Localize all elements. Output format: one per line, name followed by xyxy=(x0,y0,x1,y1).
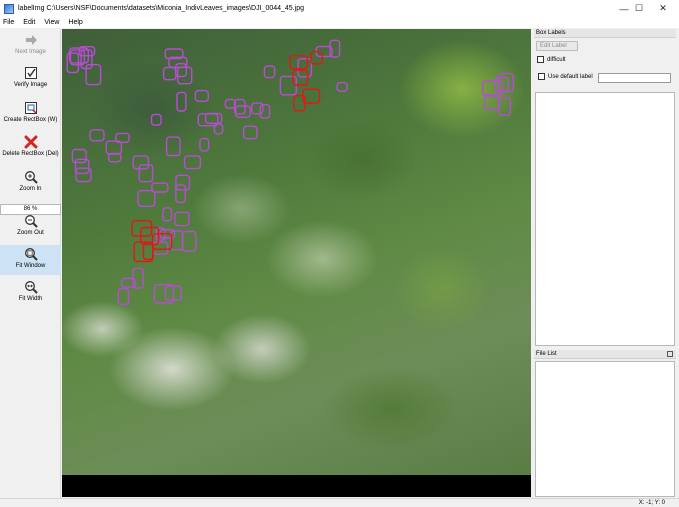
zoom-out-icon xyxy=(24,214,38,228)
box-labels-title: Box Labels xyxy=(534,29,676,38)
magenta-bounding-box[interactable] xyxy=(132,155,150,170)
close-icon: ✕ xyxy=(659,3,667,13)
zoom-in-icon xyxy=(24,170,38,184)
left-toolbar: Next Image Verify Image Create RectBox (… xyxy=(0,29,61,498)
cursor-coordinates: X: -1; Y: 0 xyxy=(638,500,665,506)
magenta-bounding-box[interactable] xyxy=(235,105,251,119)
magenta-bounding-box[interactable] xyxy=(85,64,102,86)
magenta-bounding-box[interactable] xyxy=(498,72,514,93)
create-rectbox-button[interactable]: Create RectBox (W) xyxy=(0,101,61,129)
undock-icon[interactable] xyxy=(667,351,673,357)
magenta-bounding-box[interactable] xyxy=(175,174,191,191)
magenta-bounding-box[interactable] xyxy=(263,65,276,79)
next-image-button[interactable]: Next Image xyxy=(0,33,61,61)
magenta-bounding-box[interactable] xyxy=(138,164,154,183)
magenta-bounding-box[interactable] xyxy=(105,140,123,155)
magenta-bounding-box[interactable] xyxy=(194,89,209,102)
maximize-icon: ☐ xyxy=(634,3,644,13)
magenta-bounding-box[interactable] xyxy=(297,58,313,78)
magenta-bounding-box[interactable] xyxy=(165,136,181,157)
magenta-bounding-box[interactable] xyxy=(483,95,500,110)
use-default-label-row[interactable]: Use default label xyxy=(538,73,593,80)
magenta-bounding-box[interactable] xyxy=(199,137,210,152)
use-default-label-text: Use default label xyxy=(548,73,593,80)
magenta-bounding-box[interactable] xyxy=(259,103,271,119)
file-list[interactable] xyxy=(535,361,675,497)
magenta-bounding-box[interactable] xyxy=(162,66,177,81)
maximize-button[interactable]: ☐ xyxy=(627,0,651,17)
window-title: labelImg C:\Users\NSF\Documents\datasets… xyxy=(18,5,304,12)
default-label-input[interactable] xyxy=(598,73,671,83)
magenta-bounding-box[interactable] xyxy=(181,230,197,252)
magenta-bounding-box[interactable] xyxy=(71,148,87,164)
menu-edit[interactable]: Edit xyxy=(23,17,35,28)
fit-window-label: Fit Window xyxy=(15,263,46,269)
magenta-bounding-box[interactable] xyxy=(498,97,512,116)
menu-file[interactable]: File xyxy=(3,17,14,28)
edit-label-button[interactable]: Edit Label xyxy=(536,41,578,51)
menu-bar: File Edit View Help xyxy=(0,17,679,28)
magenta-bounding-box[interactable] xyxy=(89,129,105,142)
file-list-title-text: File List xyxy=(536,351,557,357)
magenta-bounding-box[interactable] xyxy=(162,207,173,222)
fit-width-button[interactable]: Fit Width xyxy=(0,280,61,308)
image-canvas[interactable] xyxy=(62,29,531,497)
bounding-box-overlay xyxy=(66,39,514,306)
zoom-out-button[interactable]: Zoom Out xyxy=(0,214,61,242)
rectbox-icon xyxy=(24,101,38,115)
magenta-bounding-box[interactable] xyxy=(117,287,130,306)
use-default-label-checkbox[interactable] xyxy=(538,73,545,80)
magenta-bounding-box[interactable] xyxy=(279,75,297,96)
difficult-checkbox[interactable] xyxy=(537,56,544,63)
create-rectbox-label: Create RectBox (W) xyxy=(3,117,58,123)
delete-x-icon xyxy=(24,135,38,149)
delete-rectbox-button[interactable]: Delete RectBox (Del) xyxy=(0,135,61,163)
magenta-bounding-box[interactable] xyxy=(242,125,258,140)
app-icon xyxy=(4,3,14,14)
fit-width-label: Fit Width xyxy=(18,296,43,302)
magenta-bounding-box[interactable] xyxy=(336,81,348,92)
delete-rectbox-label: Delete RectBox (Del) xyxy=(2,151,59,157)
magenta-bounding-box[interactable] xyxy=(74,158,90,175)
box-labels-dock: Box Labels Edit Label difficult Use defa… xyxy=(534,29,676,347)
label-list[interactable] xyxy=(535,92,675,346)
magenta-bounding-box[interactable] xyxy=(174,211,190,227)
verify-image-button[interactable]: Verify Image xyxy=(0,66,61,94)
magenta-bounding-box[interactable] xyxy=(176,91,187,112)
file-list-title: File List xyxy=(534,350,676,359)
magenta-bounding-box[interactable] xyxy=(108,152,122,163)
fit-window-icon xyxy=(24,247,38,261)
difficult-label: difficult xyxy=(547,56,566,63)
magenta-bounding-box[interactable] xyxy=(183,155,202,170)
magenta-bounding-box[interactable] xyxy=(224,98,237,109)
fit-width-icon xyxy=(24,280,38,294)
zoom-out-label: Zoom Out xyxy=(17,230,44,236)
magenta-bounding-box[interactable] xyxy=(170,230,184,251)
canvas-empty-area xyxy=(62,475,531,497)
magenta-bounding-box[interactable] xyxy=(137,189,156,208)
file-list-dock: File List xyxy=(534,350,676,497)
fit-window-button[interactable]: Fit Window xyxy=(0,245,61,275)
difficult-checkbox-row[interactable]: difficult xyxy=(537,56,566,63)
zoom-in-button[interactable]: Zoom In xyxy=(0,170,61,198)
magenta-bounding-box[interactable] xyxy=(175,184,187,204)
close-button[interactable]: ✕ xyxy=(651,0,675,17)
edit-label-text: Edit Label xyxy=(540,43,567,49)
zoom-in-label: Zoom In xyxy=(19,186,42,192)
title-bar: labelImg C:\Users\NSF\Documents\datasets… xyxy=(0,0,679,17)
arrow-right-icon xyxy=(24,33,38,47)
red-bounding-box[interactable] xyxy=(142,242,154,261)
menu-view[interactable]: View xyxy=(44,17,59,28)
verify-image-label: Verify Image xyxy=(13,82,48,88)
status-bar: X: -1; Y: 0 xyxy=(0,498,679,507)
magenta-bounding-box[interactable] xyxy=(150,113,162,126)
check-icon xyxy=(24,66,38,80)
menu-help[interactable]: Help xyxy=(68,17,82,28)
next-image-label: Next Image xyxy=(15,49,46,55)
labelimg-window: labelImg C:\Users\NSF\Documents\datasets… xyxy=(0,0,679,507)
magenta-bounding-box[interactable] xyxy=(204,112,223,125)
